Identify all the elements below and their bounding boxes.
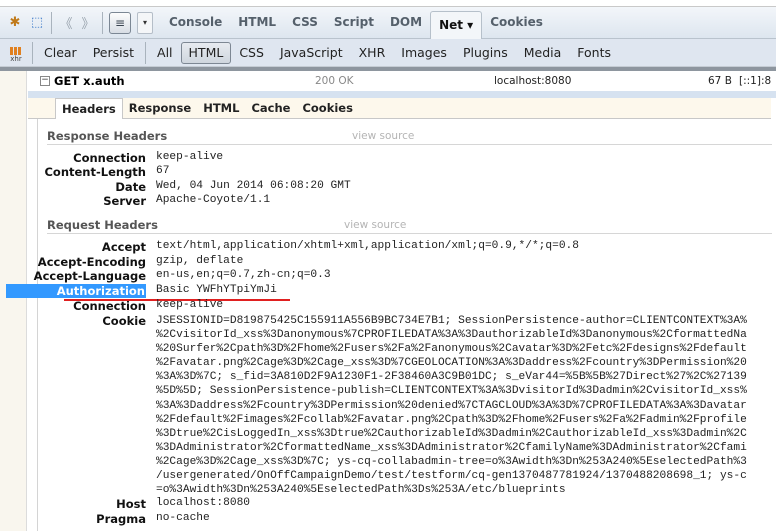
request-url[interactable]: GET x.auth: [54, 74, 125, 88]
inspect-element-icon[interactable]: ⬚: [26, 12, 48, 34]
header-value: 67: [156, 165, 170, 177]
header-value: en-us,en;q=0.7,zh-cn;q=0.3: [156, 269, 331, 281]
detail-tab-html[interactable]: HTML: [197, 98, 245, 119]
response-headers-section: Response Headers view source: [47, 128, 772, 145]
header-name: Accept-Encoding: [37, 255, 146, 269]
tab-script[interactable]: Script: [326, 6, 382, 39]
filter-all[interactable]: All: [149, 41, 181, 65]
header-name-highlighted: Authorization: [6, 284, 146, 298]
request-detail-strip: [28, 91, 776, 98]
request-view-source-link[interactable]: view source: [344, 219, 406, 231]
request-headers-title: Request Headers: [47, 218, 158, 232]
persist-button[interactable]: Persist: [85, 41, 142, 65]
list-icon[interactable]: ≡: [109, 11, 131, 34]
filter-css[interactable]: CSS: [231, 41, 272, 65]
xhr-icon-label: xhr: [10, 54, 22, 63]
header-name: Content-Length: [44, 165, 146, 179]
detail-tab-cookies[interactable]: Cookies: [296, 98, 358, 119]
tab-cookies[interactable]: Cookies: [482, 6, 551, 39]
firebug-main-toolbar: ✱ ⬚ 《 》 ≡ ▾ Console HTML CSS Script DOM …: [0, 6, 776, 39]
request-status: 200 OK: [315, 75, 354, 87]
toolbar-separator: [145, 41, 147, 64]
forward-icon[interactable]: 》: [77, 12, 99, 34]
header-value: keep-alive: [156, 299, 224, 311]
cookie-value: JSESSIONID=D819875425C155911A556B9BC734E…: [156, 315, 747, 497]
request-remote-ip: [::1]:8: [739, 75, 772, 87]
response-headers-title: Response Headers: [47, 129, 168, 143]
toolbar-separator: [51, 11, 52, 34]
header-value: gzip, deflate: [156, 255, 244, 267]
toolbar-separator: [102, 11, 103, 34]
detail-tab-response[interactable]: Response: [123, 98, 197, 119]
header-value: keep-alive: [156, 151, 224, 163]
detail-tab-headers[interactable]: Headers: [55, 98, 123, 120]
request-size: 67 B: [708, 75, 732, 87]
dropdown-arrow-icon[interactable]: ▾: [137, 11, 153, 34]
detail-tab-cache[interactable]: Cache: [245, 98, 296, 119]
xhr-icon-bars: [10, 46, 22, 55]
header-name: Date: [115, 180, 146, 194]
request-detail-tabs: Headers Response HTML Cache Cookies: [28, 98, 771, 120]
filter-html[interactable]: HTML: [180, 41, 232, 64]
response-view-source-link[interactable]: view source: [352, 130, 414, 142]
headers-panel: Response Headers view source Connection …: [6, 119, 772, 531]
header-value: Apache-Coyote/1.1: [156, 194, 271, 206]
header-value: localhost:8080: [156, 497, 250, 509]
header-name: Connection: [73, 299, 146, 313]
header-name: Host: [116, 497, 146, 511]
tab-dom[interactable]: DOM: [382, 6, 430, 39]
firebug-bug-icon[interactable]: ✱: [4, 12, 26, 34]
header-value: Wed, 04 Jun 2014 06:08:20 GMT: [156, 180, 351, 192]
xhr-icon[interactable]: xhr: [6, 43, 26, 63]
header-name: Server: [103, 194, 146, 208]
tab-net[interactable]: Net ▾: [430, 11, 483, 39]
header-value: no-cache: [156, 512, 210, 524]
filter-fonts[interactable]: Fonts: [569, 41, 619, 65]
clear-button[interactable]: Clear: [36, 41, 85, 65]
request-headers-section: Request Headers view source: [47, 217, 772, 234]
back-icon[interactable]: 《: [55, 12, 77, 34]
toolbar-separator: [32, 41, 33, 64]
header-name: Pragma: [96, 512, 146, 526]
filter-media[interactable]: Media: [516, 41, 570, 65]
filter-javascript[interactable]: JavaScript: [272, 41, 351, 65]
tab-html[interactable]: HTML: [230, 6, 284, 39]
filter-xhr[interactable]: XHR: [351, 41, 394, 65]
request-domain: localhost:8080: [494, 75, 572, 87]
header-value: text/html,application/xhtml+xml,applicat…: [156, 240, 579, 252]
tab-console[interactable]: Console: [161, 6, 230, 39]
header-name: Connection: [73, 151, 146, 165]
collapse-toggle-icon[interactable]: −: [40, 76, 50, 86]
header-name: Cookie: [102, 314, 146, 328]
header-name: Accept-Language: [33, 269, 146, 283]
header-value: Basic YWFhYTpiYmJi: [156, 284, 277, 296]
header-name: Accept: [101, 240, 146, 254]
tab-css[interactable]: CSS: [284, 6, 326, 39]
filter-images[interactable]: Images: [393, 41, 455, 65]
filter-plugins[interactable]: Plugins: [455, 41, 516, 65]
net-toolbar: xhr Clear Persist All HTML CSS JavaScrip…: [0, 39, 776, 67]
request-row[interactable]: − GET x.auth 200 OK localhost:8080 67 B …: [28, 71, 776, 91]
